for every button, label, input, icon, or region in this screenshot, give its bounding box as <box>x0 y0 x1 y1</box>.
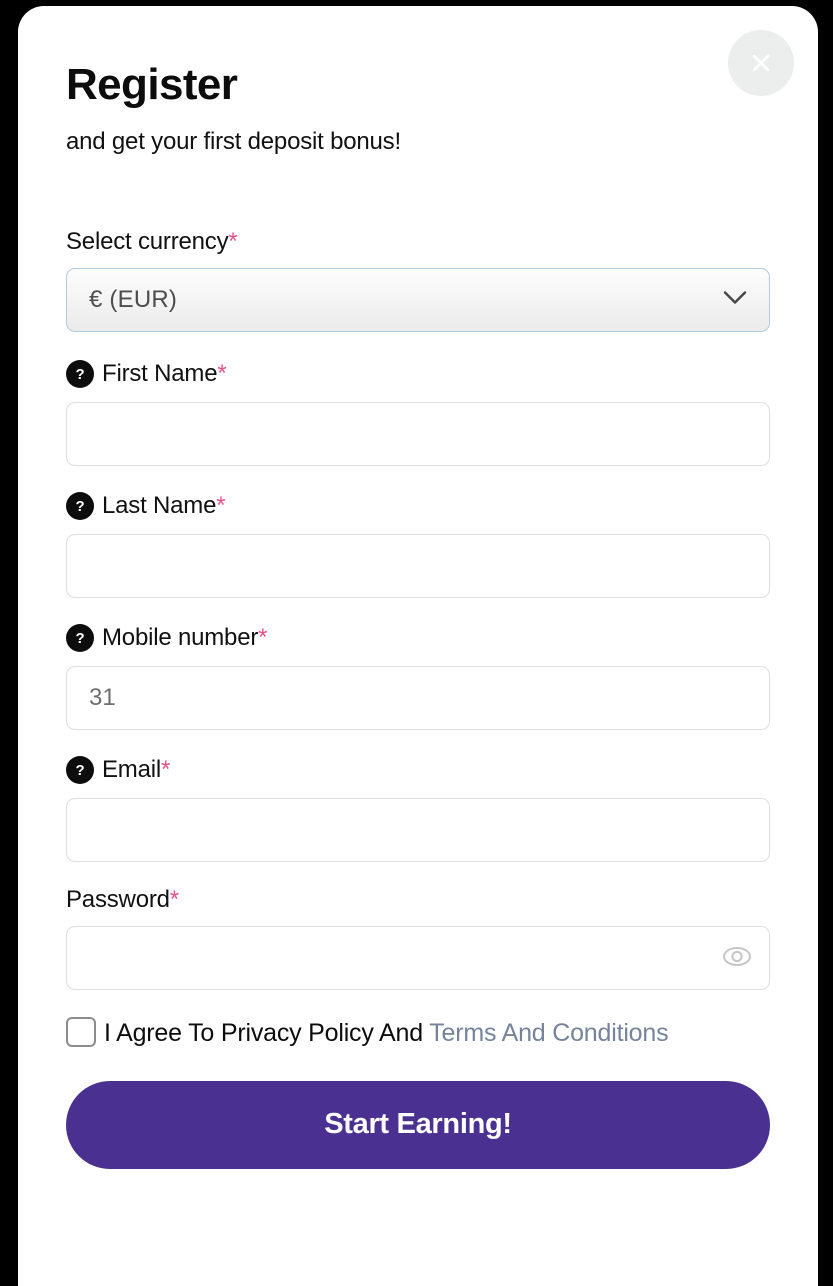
required-asterisk: * <box>258 624 268 652</box>
submit-button[interactable]: Start Earning! <box>66 1080 770 1169</box>
field-mobile-number: ? Mobile number * <box>66 624 770 731</box>
required-asterisk: * <box>216 492 226 520</box>
page-title: Register <box>66 60 238 109</box>
required-asterisk: * <box>169 886 179 914</box>
field-password: Password * <box>66 888 770 991</box>
label-password: Password * <box>66 888 770 912</box>
field-first-name: ? First Name * <box>66 360 770 467</box>
terms-and-conditions-link[interactable]: Terms And Conditions <box>429 1019 668 1047</box>
currency-select[interactable]: € (EUR) <box>66 268 770 333</box>
label-currency-text: Select currency <box>66 228 229 256</box>
label-email-text: Email <box>102 756 162 784</box>
last-name-input[interactable] <box>66 534 770 599</box>
label-password-text: Password <box>66 886 170 914</box>
label-last-name: ? Last Name * <box>66 492 770 521</box>
help-icon[interactable]: ? <box>66 624 94 653</box>
field-last-name: ? Last Name * <box>66 492 770 599</box>
required-asterisk: * <box>161 756 171 784</box>
field-email: ? Email * <box>66 756 770 863</box>
terms-agreement-row: I Agree To Privacy Policy And Terms And … <box>66 1014 770 1053</box>
page-subtitle: and get your first deposit bonus! <box>66 128 401 156</box>
register-modal: Register and get your first deposit bonu… <box>18 6 818 1286</box>
email-input[interactable] <box>66 798 770 863</box>
required-asterisk: * <box>228 228 238 256</box>
label-last-name-text: Last Name <box>102 492 217 520</box>
help-icon[interactable]: ? <box>66 492 94 521</box>
label-mobile-number: ? Mobile number * <box>66 624 770 653</box>
close-button[interactable] <box>728 30 794 96</box>
toggle-password-visibility-button[interactable] <box>722 946 752 971</box>
mobile-number-input[interactable] <box>66 666 770 731</box>
field-currency: Select currency * € (EUR) <box>66 230 770 333</box>
currency-select-value: € (EUR) <box>89 286 178 314</box>
first-name-input[interactable] <box>66 402 770 467</box>
terms-text: I Agree To Privacy Policy And Terms And … <box>104 1014 669 1053</box>
eye-icon <box>722 946 752 971</box>
help-icon[interactable]: ? <box>66 756 94 785</box>
terms-text-static: I Agree To Privacy Policy And <box>104 1019 430 1048</box>
label-email: ? Email * <box>66 756 770 785</box>
help-icon[interactable]: ? <box>66 360 94 389</box>
label-mobile-number-text: Mobile number <box>102 624 259 652</box>
close-icon <box>748 50 774 76</box>
password-input[interactable] <box>66 926 770 991</box>
label-first-name-text: First Name <box>102 360 218 388</box>
label-currency: Select currency * <box>66 230 770 254</box>
label-first-name: ? First Name * <box>66 360 770 389</box>
required-asterisk: * <box>217 360 227 388</box>
terms-checkbox[interactable] <box>66 1017 96 1048</box>
